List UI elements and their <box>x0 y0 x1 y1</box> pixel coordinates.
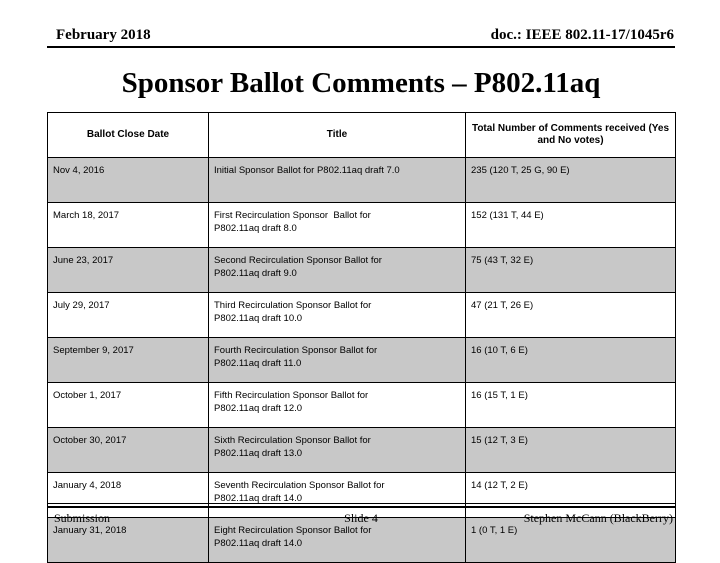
cell-ballot-close-date: October 30, 2017 <box>47 427 209 473</box>
cell-ballot-close-date: October 1, 2017 <box>47 382 209 428</box>
cell-total-comments: 152 (131 T, 44 E) <box>465 202 676 248</box>
page-title: Sponsor Ballot Comments – P802.11aq <box>121 67 601 99</box>
cell-title: Fourth Recirculation Sponsor Ballot for … <box>208 337 466 383</box>
column-header-ballot-close-date: Ballot Close Date <box>47 112 209 158</box>
footer-author: Stephen McCann (BlackBerry) <box>523 511 673 525</box>
cell-title: Sixth Recirculation Sponsor Ballot for P… <box>208 427 466 473</box>
column-header-title: Title <box>208 112 466 158</box>
cell-total-comments: 16 (15 T, 1 E) <box>465 382 676 428</box>
cell-ballot-close-date: July 29, 2017 <box>47 292 209 338</box>
table-row: October 30, 2017 Sixth Recirculation Spon… <box>47 427 676 473</box>
cell-title: Fifth Recirculation Sponsor Ballot for P… <box>208 382 466 428</box>
cell-ballot-close-date: September 9, 2017 <box>47 337 209 383</box>
ballot-comments-table: Ballot Close Date Title Total Number of … <box>47 112 676 563</box>
table-row: October 1, 2017 Fifth Recirculation Spons… <box>47 382 676 428</box>
table-row: June 23, 2017 Second Recirculation Sponso… <box>47 247 676 293</box>
cell-title: First Recirculation Sponsor Ballot for P… <box>208 202 466 248</box>
cell-title: Third Recirculation Sponsor Ballot for P… <box>208 292 466 338</box>
cell-total-comments: 16 (10 T, 6 E) <box>465 337 676 383</box>
cell-ballot-close-date: Nov 4, 2016 <box>47 157 209 203</box>
table-row: July 29, 2017 Third Recirculation Sponsor… <box>47 292 676 338</box>
cell-total-comments: 75 (43 T, 32 E) <box>465 247 676 293</box>
footer-divider-thick <box>47 506 675 508</box>
cell-title: Second Recirculation Sponsor Ballot for … <box>208 247 466 293</box>
footer-divider-thin <box>47 503 675 504</box>
table-body: Nov 4, 2016 Initial Sponsor Ballot for P8… <box>47 157 676 563</box>
table-header: Ballot Close Date Title Total Number of … <box>47 112 676 158</box>
slide-header: February 2018 doc.: IEEE 802.11-17/1045r… <box>47 26 675 48</box>
cell-total-comments: 15 (12 T, 3 E) <box>465 427 676 473</box>
slide-footer: Slide 4 Submission Stephen McCann (Black… <box>47 510 675 528</box>
table-row: March 18, 2017 First Recirculation Sponso… <box>47 202 676 248</box>
header-divider <box>47 46 675 48</box>
table-header-row: Ballot Close Date Title Total Number of … <box>47 112 676 158</box>
cell-ballot-close-date: March 18, 2017 <box>47 202 209 248</box>
table-row: September 9, 2017 Fourth Recirculation Sp… <box>47 337 676 383</box>
cell-total-comments: 235 (120 T, 25 G, 90 E) <box>465 157 676 203</box>
table-row: Nov 4, 2016 Initial Sponsor Ballot for P8… <box>47 157 676 203</box>
header-date: February 2018 <box>56 27 151 43</box>
column-header-total-comments: Total Number of Comments received (Yes a… <box>465 112 676 158</box>
cell-total-comments: 47 (21 T, 26 E) <box>465 292 676 338</box>
cell-ballot-close-date: June 23, 2017 <box>47 247 209 293</box>
cell-title: Initial Sponsor Ballot for P802.11aq dra… <box>208 157 466 203</box>
header-document-id: doc.: IEEE 802.11-17/1045r6 <box>490 27 674 43</box>
slide: February 2018 doc.: IEEE 802.11-17/1045r… <box>0 0 720 563</box>
footer-submission-label: Submission <box>54 511 111 525</box>
